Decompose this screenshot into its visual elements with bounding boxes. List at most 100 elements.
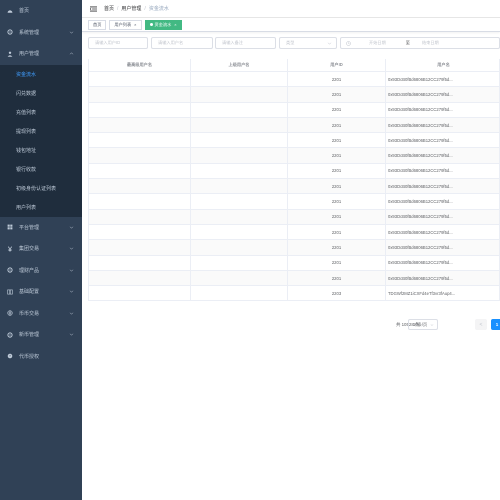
top-username-cell: [88, 270, 191, 286]
user-id-cell: 2201: [288, 148, 386, 163]
table-row: 2203 TDGWf2MZ1iCXFd4eTf3vr3fAup4...: [88, 286, 500, 302]
user-id-input[interactable]: 请输入用户ID: [88, 37, 148, 49]
table-row: 2201 0x93DcB0fBd6806B12CC279f5d...: [88, 255, 500, 271]
sidebar-item-label: 新币管理: [19, 332, 40, 339]
parent-username-cell: [191, 72, 288, 87]
breadcrumb-home[interactable]: 首页: [104, 5, 114, 12]
user-id-cell: 2201: [288, 179, 386, 194]
users-submenu: 资金流水 闪兑数据 充值列表 提现列表 钱包地址 银行收款 初级身份认证列表 用…: [0, 64, 82, 217]
book-icon: [7, 289, 13, 295]
username-input[interactable]: 请输入用户名: [151, 37, 213, 49]
close-icon[interactable]: ×: [174, 22, 176, 27]
sidebar-item-users[interactable]: 用户管理: [0, 43, 82, 65]
type-select[interactable]: 类型: [279, 37, 337, 49]
column-header: 用户名: [386, 59, 500, 71]
prev-page-button[interactable]: <: [475, 319, 487, 330]
table-body: 2201 0x93DcB0fBd6806B12CC279f5d... 2201 0x9…: [88, 72, 500, 302]
top-username-cell: [88, 117, 191, 133]
remark-input[interactable]: 请输入备注: [215, 37, 276, 49]
tag-fund-flow[interactable]: 资金流水 ×: [144, 19, 182, 30]
sidebar-item-base-config[interactable]: 基础配置: [0, 281, 82, 303]
submenu-item-kyc-list[interactable]: 初级身份认证列表: [0, 179, 82, 198]
user-id-cell: 2201: [288, 72, 386, 87]
pagination: 共 10528 条 10条/页 < 1: [82, 319, 500, 331]
sidebar-item-platform[interactable]: 平台管理: [0, 217, 82, 239]
table-row: 2201 0x93DcB0fBd6806B12CC279f5d...: [88, 270, 500, 287]
table-row: 2201 0x93DcB0fBd6806B12CC279f5d...: [88, 102, 500, 118]
table-row: 2201 0x93DcB0fBd6806B12CC279f5d...: [88, 87, 500, 103]
type-select-placeholder: 类型: [286, 40, 295, 45]
tags-view: 首页 用户列表 × 资金流水 ×: [82, 18, 500, 32]
user-id-cell: 2201: [288, 240, 386, 255]
sidebar-item-coin-trade[interactable]: 币币交易: [0, 303, 82, 325]
username-cell: 0x93DcB0fBd6806B12CC279f5d...: [386, 102, 500, 117]
page-number-current[interactable]: 1: [491, 319, 500, 330]
parent-username-cell: [191, 117, 288, 133]
sidebar-item-group-trade[interactable]: 集团交易: [0, 238, 82, 260]
table-row: 2201 0x93DcB0fBd6806B12CC279f5d...: [88, 148, 500, 164]
table-row: 2201 0x93DcB0fBd6806B12CC279f5d...: [88, 72, 500, 88]
breadcrumb-user-management[interactable]: 用户管理: [121, 5, 141, 12]
range-separator: 至: [405, 40, 410, 45]
submenu-item-user-list[interactable]: 用户列表: [0, 198, 82, 217]
top-username-cell: [88, 224, 191, 240]
parent-username-cell: [191, 163, 288, 179]
chevron-down-icon: [69, 269, 74, 272]
clock-icon: [346, 40, 351, 46]
sidebar-item-label: 基础配置: [19, 289, 40, 296]
submenu-item-withdraw-list[interactable]: 提现列表: [0, 122, 82, 141]
user-id-cell: 2201: [288, 117, 386, 133]
globe-icon: [7, 310, 13, 316]
sidebar-item-system[interactable]: 系统管理: [0, 22, 82, 44]
username-cell: 0x93DcB0fBd6806B12CC279f5d...: [386, 194, 500, 209]
breadcrumb-separator: /: [117, 5, 119, 12]
submenu-item-fund-flow[interactable]: 资金流水: [0, 65, 82, 84]
username-cell: 0x93DcB0fBd6806B12CC279f5d...: [386, 255, 500, 270]
username-cell: 0x93DcB0fBd6806B12CC279f5d...: [386, 117, 500, 133]
submenu-item-flash-exchange[interactable]: 闪兑数据: [0, 84, 82, 103]
sidebar-item-home[interactable]: 首页: [0, 0, 82, 22]
sidebar-item-wealth-products[interactable]: 理财产品: [0, 260, 82, 282]
top-username-cell: [88, 133, 191, 148]
sidebar: 首页 系统管理 用户管理 资金流水 闪兑数据 充值列表 提现列表 钱包地址 银行…: [0, 0, 82, 500]
chevron-down-icon: [327, 42, 332, 45]
table-row: 2201 0x93DcB0fBd6806B12CC279f5d...: [88, 194, 500, 210]
user-icon: [7, 51, 13, 57]
submenu-item-deposit-list[interactable]: 充值列表: [0, 103, 82, 122]
page-size-select[interactable]: 10条/页: [408, 319, 438, 330]
submenu-item-bank-receipt[interactable]: 银行收款: [0, 160, 82, 179]
top-username-cell: [88, 87, 191, 102]
chevron-down-icon: [430, 324, 434, 326]
shield-icon: ?: [7, 353, 13, 359]
table-row: 2201 0x93DcB0fBd6806B12CC279f5d...: [88, 179, 500, 195]
username-cell: 0x93DcB0fBd6806B12CC279f5d...: [386, 240, 500, 255]
sidebar-item-label: 首页: [19, 8, 30, 15]
hamburger-icon[interactable]: [90, 5, 97, 12]
parent-username-cell: [191, 224, 288, 240]
chevron-down-icon: [69, 290, 74, 293]
close-icon[interactable]: ×: [134, 22, 136, 27]
sidebar-item-label: 平台管理: [19, 224, 40, 231]
top-username-cell: [88, 148, 191, 163]
username-cell: 0x93DcB0fBd6806B12CC279f5d...: [386, 179, 500, 194]
top-username-cell: [88, 194, 191, 209]
gear-icon: [7, 267, 13, 273]
user-id-cell: 2203: [288, 286, 386, 301]
tag-home[interactable]: 首页: [88, 19, 107, 30]
breadcrumb-current: 资金流水: [148, 6, 169, 12]
tag-user-list[interactable]: 用户列表 ×: [109, 19, 142, 30]
parent-username-cell: [191, 270, 288, 286]
sidebar-item-token-auth[interactable]: ? 代币授权: [0, 346, 82, 368]
sidebar-item-new-coin[interactable]: 新币管理: [0, 324, 82, 346]
dashboard-icon: [7, 8, 13, 14]
yen-icon: [7, 246, 13, 252]
parent-username-cell: [191, 179, 288, 194]
active-dot-icon: [149, 23, 153, 26]
date-range-picker[interactable]: 开始日期 至 结束日期: [340, 37, 500, 49]
chevron-down-icon: [69, 312, 74, 315]
username-cell: 0x93DcB0fBd6806B12CC279f5d...: [386, 270, 500, 286]
sidebar-item-label: 系统管理: [19, 29, 40, 36]
submenu-item-wallet-address[interactable]: 钱包地址: [0, 141, 82, 160]
parent-username-cell: [191, 286, 288, 301]
top-username-cell: [88, 255, 191, 270]
